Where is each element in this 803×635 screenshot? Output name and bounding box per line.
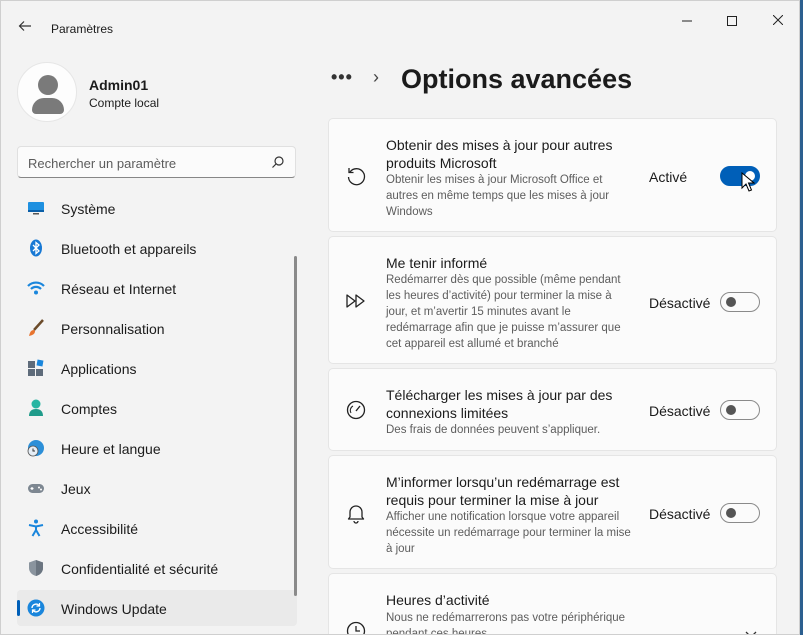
breadcrumb-separator: › (373, 67, 379, 87)
fast-forward-icon (346, 294, 365, 308)
maximize-icon (727, 16, 737, 26)
toggle-knob (726, 405, 736, 415)
sidebar-item-windows-update[interactable]: Windows Update (17, 590, 297, 626)
page-title: Options avancées (401, 64, 633, 94)
close-icon (772, 14, 784, 26)
close-button[interactable] (755, 7, 799, 35)
breadcrumb-more-button[interactable]: ••• (331, 67, 353, 88)
gamepad-icon (28, 484, 44, 493)
title-bar: Paramètres (1, 1, 799, 41)
chevron-down-icon[interactable] (744, 627, 758, 635)
gauge-icon (346, 400, 366, 420)
sidebar-item-accessibilite[interactable]: Accessibilité (17, 510, 297, 546)
avatar-head (38, 75, 58, 95)
card-title: Heures d’activité (386, 592, 490, 608)
sidebar-item-label: Jeux (61, 481, 91, 497)
sidebar-item-jeux[interactable]: Jeux (17, 470, 297, 506)
sidebar-item-label: Système (61, 201, 116, 217)
sidebar-item-label: Personnalisation (61, 321, 165, 337)
card-description: Afficher une notification lorsque votre … (386, 511, 631, 555)
windows-update-icon (27, 599, 45, 617)
notify-me-toggle[interactable] (720, 292, 760, 312)
brush-icon (29, 319, 44, 336)
clock-icon (346, 621, 366, 634)
card-title: M’informer lorsqu’un redémarrage est req… (386, 474, 620, 508)
search-input[interactable] (28, 153, 268, 173)
system-icon (28, 202, 44, 215)
sidebar-item-bluetooth[interactable]: Bluetooth et appareils (17, 230, 297, 266)
refresh-icon (347, 168, 366, 186)
bluetooth-icon (30, 239, 42, 257)
setting-card-active-hours[interactable]: Heures d’activité Nous ne redémarrerons … (328, 573, 777, 635)
settings-window: Paramètres Admin01 Compte local Système … (0, 0, 800, 635)
toggle-status: Désactivé (649, 506, 711, 522)
account-type: Compte local (89, 96, 160, 110)
sidebar-item-reseau[interactable]: Réseau et Internet (17, 270, 297, 306)
bell-icon (347, 505, 365, 524)
minimize-button[interactable] (664, 7, 710, 35)
sidebar-item-label: Windows Update (61, 601, 167, 617)
sidebar-item-heure[interactable]: Heure et langue (17, 430, 297, 466)
sidebar-item-label: Confidentialité et sécurité (61, 561, 219, 577)
toggle-status: Désactivé (649, 403, 711, 419)
search-icon[interactable] (271, 155, 285, 169)
wifi-icon (27, 281, 45, 295)
sidebar-item-label: Comptes (61, 401, 118, 417)
sidebar-item-applications[interactable]: Applications (17, 350, 297, 386)
globe-clock-icon (27, 440, 44, 457)
toggle-knob (726, 508, 736, 518)
sidebar-item-label: Réseau et Internet (61, 281, 177, 297)
user-name: Admin01 (89, 77, 149, 93)
card-description: Obtenir les mises à jour Microsoft Offic… (386, 174, 610, 218)
back-arrow-icon (18, 21, 31, 31)
app-title: Paramètres (51, 22, 114, 36)
shield-icon (29, 560, 43, 576)
card-title: Me tenir informé (386, 255, 488, 271)
apps-icon (28, 359, 44, 376)
accessibility-icon (28, 519, 44, 537)
sidebar-item-systeme[interactable]: Système (17, 190, 297, 226)
card-title: Obtenir des mises à jour pour autres pro… (386, 137, 613, 171)
sidebar-item-label: Accessibilité (61, 521, 139, 537)
metered-connections-toggle[interactable] (720, 400, 760, 420)
sidebar-item-label: Heure et langue (61, 441, 161, 457)
sidebar-item-confidentialite[interactable]: Confidentialité et sécurité (17, 550, 297, 586)
card-description: Redémarrer dès que possible (même pendan… (386, 274, 621, 350)
sidebar-nav: Système Bluetooth et appareils Réseau et… (17, 190, 297, 630)
back-button[interactable] (15, 19, 35, 39)
setting-card-restart-notification: M’informer lorsqu’un redémarrage est req… (328, 455, 777, 569)
avatar[interactable] (17, 62, 77, 122)
maximize-button[interactable] (709, 7, 755, 35)
minimize-icon (682, 20, 692, 22)
card-title: Télécharger les mises à jour par des con… (386, 387, 613, 421)
sidebar-scrollbar[interactable] (294, 256, 297, 596)
setting-card-notify-me: Me tenir informé Redémarrer dès que poss… (328, 236, 777, 364)
account-icon (29, 399, 43, 416)
sidebar-item-personnalisation[interactable]: Personnalisation (17, 310, 297, 346)
avatar-body (32, 98, 64, 114)
setting-card-other-products: Obtenir des mises à jour pour autres pro… (328, 118, 777, 232)
sidebar-item-label: Applications (61, 361, 137, 377)
sidebar-item-comptes[interactable]: Comptes (17, 390, 297, 426)
card-description: Nous ne redémarrerons pas votre périphér… (386, 612, 626, 635)
toggle-knob (726, 297, 736, 307)
toggle-status: Désactivé (649, 295, 711, 311)
search-box[interactable] (17, 146, 296, 178)
mouse-cursor-icon (741, 172, 755, 192)
restart-notification-toggle[interactable] (720, 503, 760, 523)
card-description: Des frais de données peuvent s’appliquer… (386, 424, 601, 436)
sidebar-item-label: Bluetooth et appareils (61, 241, 197, 257)
setting-card-metered: Télécharger les mises à jour par des con… (328, 368, 777, 451)
toggle-status: Activé (649, 169, 688, 185)
